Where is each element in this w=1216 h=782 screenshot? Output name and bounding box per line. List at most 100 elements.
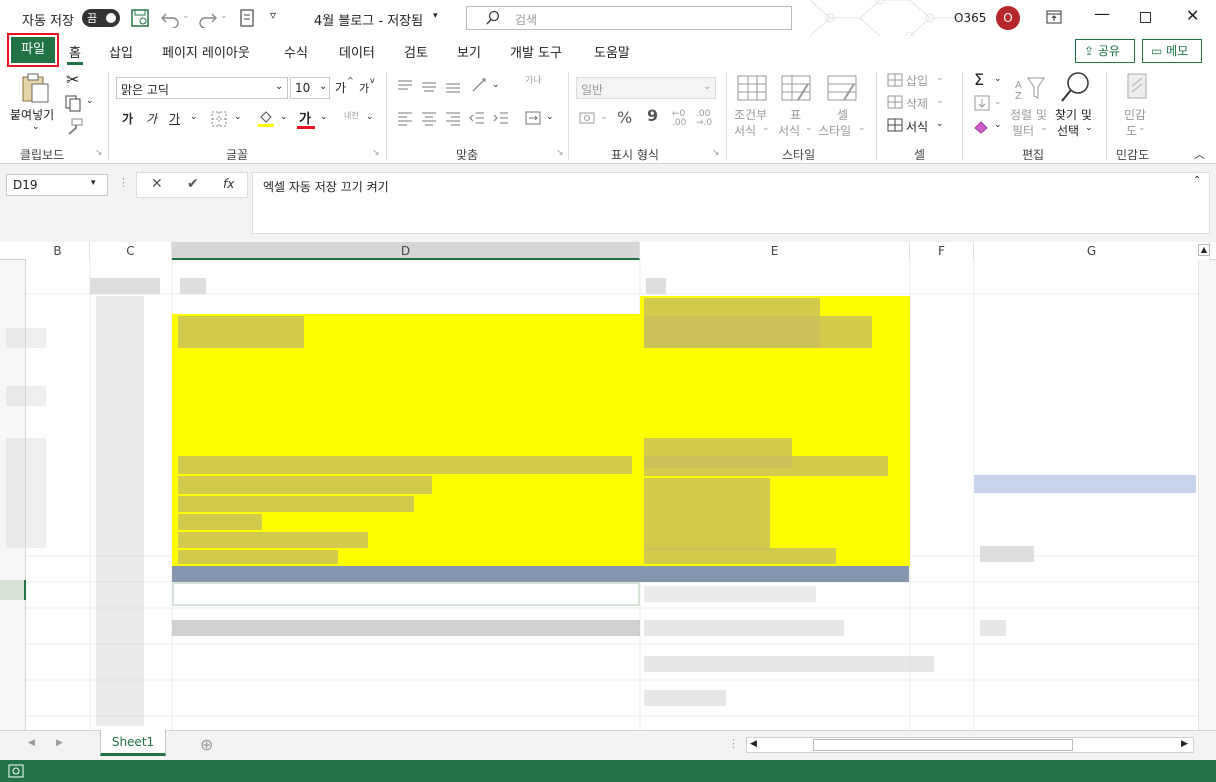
format-cells-icon[interactable] bbox=[886, 117, 904, 133]
conditional-format-icon[interactable] bbox=[736, 74, 768, 102]
horizontal-scrollbar[interactable]: ◀ ▶ bbox=[746, 737, 1194, 753]
autosum-dropdown-icon[interactable]: ⌄ bbox=[994, 74, 1002, 84]
share-button[interactable]: ⇪ 공유 bbox=[1075, 39, 1135, 63]
search-box[interactable]: 검색 bbox=[466, 6, 792, 30]
comma-style-button[interactable]: 9 bbox=[647, 106, 658, 125]
collapse-ribbon-icon[interactable]: ︿ bbox=[1194, 146, 1205, 162]
sensitivity-label2[interactable]: 도 bbox=[1126, 122, 1137, 139]
tab-review[interactable]: 검토 bbox=[404, 42, 428, 61]
column-header-c[interactable]: C bbox=[90, 242, 172, 260]
find-select-dropdown-icon[interactable]: ⌄ bbox=[1085, 123, 1093, 133]
sort-filter-icon[interactable]: AZ bbox=[1014, 74, 1046, 102]
fill-dropdown-icon[interactable]: ⌄ bbox=[994, 97, 1002, 107]
confirm-entry-icon[interactable]: ✔ bbox=[187, 176, 199, 192]
underline-dropdown-icon[interactable]: ⌄ bbox=[190, 112, 198, 122]
maximize-icon[interactable] bbox=[1140, 12, 1151, 23]
accounting-dropdown-icon[interactable]: ⌄ bbox=[600, 112, 608, 122]
fill-color-icon[interactable] bbox=[256, 108, 276, 128]
formula-input[interactable]: 엑셀 자동 저장 끄기 켜기 ⌃ bbox=[252, 172, 1210, 234]
redo-icon[interactable] bbox=[198, 8, 218, 28]
cell-styles-dropdown-icon[interactable]: ⌄ bbox=[858, 123, 866, 133]
scroll-up-arrow-icon[interactable]: ▲ bbox=[1198, 244, 1210, 256]
format-as-table-dropdown-icon[interactable]: ⌄ bbox=[805, 123, 813, 133]
title-dropdown-icon[interactable]: ▾ bbox=[433, 11, 438, 21]
font-color-dropdown-icon[interactable]: ⌄ bbox=[320, 112, 328, 122]
accounting-format-icon[interactable] bbox=[578, 110, 596, 126]
scroll-left-arrow-icon[interactable]: ◀ bbox=[750, 739, 757, 749]
form-icon[interactable] bbox=[238, 8, 256, 28]
font-launcher-icon[interactable]: ↘ bbox=[372, 148, 380, 158]
conditional-format-label2[interactable]: 서식 bbox=[734, 122, 756, 139]
tab-home[interactable]: 홈 bbox=[69, 42, 81, 61]
close-icon[interactable]: ✕ bbox=[1186, 6, 1199, 25]
align-top-icon[interactable] bbox=[396, 78, 414, 94]
save-icon[interactable] bbox=[130, 8, 150, 28]
wrap-text-button[interactable]: 가나 bbox=[525, 76, 542, 86]
delete-cells-dropdown-icon[interactable]: ⌄ bbox=[936, 96, 944, 106]
cancel-entry-icon[interactable]: ✕ bbox=[151, 176, 163, 192]
font-color-button[interactable]: 가 bbox=[299, 108, 311, 127]
delete-cells-label[interactable]: 삭제 bbox=[906, 95, 928, 112]
worksheet-grid[interactable]: B C D E F G ▲ bbox=[0, 242, 1216, 730]
add-sheet-icon[interactable]: ⊕ bbox=[200, 735, 213, 754]
borders-icon[interactable] bbox=[210, 110, 228, 128]
cut-icon[interactable]: ✂ bbox=[66, 70, 79, 89]
merge-center-icon[interactable] bbox=[524, 110, 542, 126]
column-header-g[interactable]: G bbox=[974, 242, 1210, 260]
find-select-label2[interactable]: 선택 bbox=[1057, 122, 1079, 139]
document-title[interactable]: 4월 블로그 - 저장됨 bbox=[314, 10, 423, 29]
name-box[interactable]: D19 ▾ bbox=[6, 174, 108, 196]
format-as-table-label1[interactable]: 표 bbox=[790, 106, 801, 123]
autosum-icon[interactable]: Σ bbox=[974, 70, 984, 89]
format-cells-dropdown-icon[interactable]: ⌄ bbox=[936, 119, 944, 129]
tab-developer[interactable]: 개발 도구 bbox=[510, 42, 562, 61]
fill-icon[interactable] bbox=[974, 95, 990, 111]
fill-color-dropdown-icon[interactable]: ⌄ bbox=[280, 112, 288, 122]
conditional-format-label1[interactable]: 조건부 bbox=[734, 106, 767, 123]
sort-filter-label1[interactable]: 정렬 및 bbox=[1010, 106, 1047, 123]
sheet-scroll-left-icon[interactable]: ◀ bbox=[28, 738, 35, 748]
italic-button[interactable]: 가 bbox=[146, 110, 157, 127]
minimize-icon[interactable]: — bbox=[1094, 4, 1110, 23]
clear-dropdown-icon[interactable]: ⌄ bbox=[994, 120, 1002, 130]
comments-button[interactable]: ▭ 메모 bbox=[1142, 39, 1202, 63]
percent-button[interactable]: % bbox=[617, 108, 632, 127]
tab-data[interactable]: 데이터 bbox=[339, 42, 375, 61]
underline-button[interactable]: 가 bbox=[169, 110, 180, 127]
find-select-label1[interactable]: 찾기 및 bbox=[1055, 106, 1092, 123]
clear-icon[interactable] bbox=[972, 118, 990, 134]
active-cell-d19[interactable] bbox=[172, 582, 640, 606]
autosave-toggle[interactable]: 끔 bbox=[82, 9, 120, 27]
format-painter-icon[interactable] bbox=[64, 118, 84, 136]
align-right-icon[interactable] bbox=[444, 110, 462, 126]
sort-filter-label2[interactable]: 필터 bbox=[1012, 122, 1034, 139]
insert-cells-icon[interactable] bbox=[886, 72, 904, 88]
column-header-b[interactable]: B bbox=[26, 242, 90, 260]
highlighted-cells-g[interactable] bbox=[974, 475, 1196, 493]
number-launcher-icon[interactable]: ↘ bbox=[712, 148, 720, 158]
sensitivity-label1[interactable]: 민감 bbox=[1124, 106, 1146, 123]
ribbon-display-icon[interactable] bbox=[1046, 10, 1062, 24]
number-format-select[interactable]: 일반 ⌄ bbox=[576, 77, 716, 99]
scroll-right-arrow-icon[interactable]: ▶ bbox=[1181, 739, 1188, 749]
borders-dropdown-icon[interactable]: ⌄ bbox=[234, 112, 242, 122]
align-center-icon[interactable] bbox=[420, 110, 438, 126]
clipboard-launcher-icon[interactable]: ↘ bbox=[95, 148, 103, 158]
copy-dropdown-icon[interactable]: ⌄ bbox=[86, 96, 94, 106]
paste-icon[interactable] bbox=[20, 72, 50, 104]
undo-icon[interactable] bbox=[160, 8, 180, 28]
orientation-icon[interactable] bbox=[470, 76, 490, 94]
column-header-f[interactable]: F bbox=[910, 242, 974, 260]
redo-dropdown-icon[interactable]: ⌄ bbox=[220, 11, 228, 21]
conditional-format-dropdown-icon[interactable]: ⌄ bbox=[762, 123, 770, 133]
delete-cells-icon[interactable] bbox=[886, 94, 904, 110]
increase-decimal-icon[interactable]: ←0.00 bbox=[672, 110, 686, 128]
avatar[interactable]: O bbox=[996, 6, 1020, 30]
insert-function-button[interactable]: fx bbox=[223, 177, 234, 191]
sheet-scroll-right-icon[interactable]: ▶ bbox=[56, 738, 63, 748]
vertical-scrollbar[interactable] bbox=[1198, 260, 1216, 730]
undo-dropdown-icon[interactable]: ⌄ bbox=[182, 11, 190, 21]
alignment-launcher-icon[interactable]: ↘ bbox=[556, 148, 564, 158]
format-as-table-icon[interactable] bbox=[780, 74, 812, 102]
phonetic-button[interactable]: 내천 bbox=[344, 110, 359, 121]
